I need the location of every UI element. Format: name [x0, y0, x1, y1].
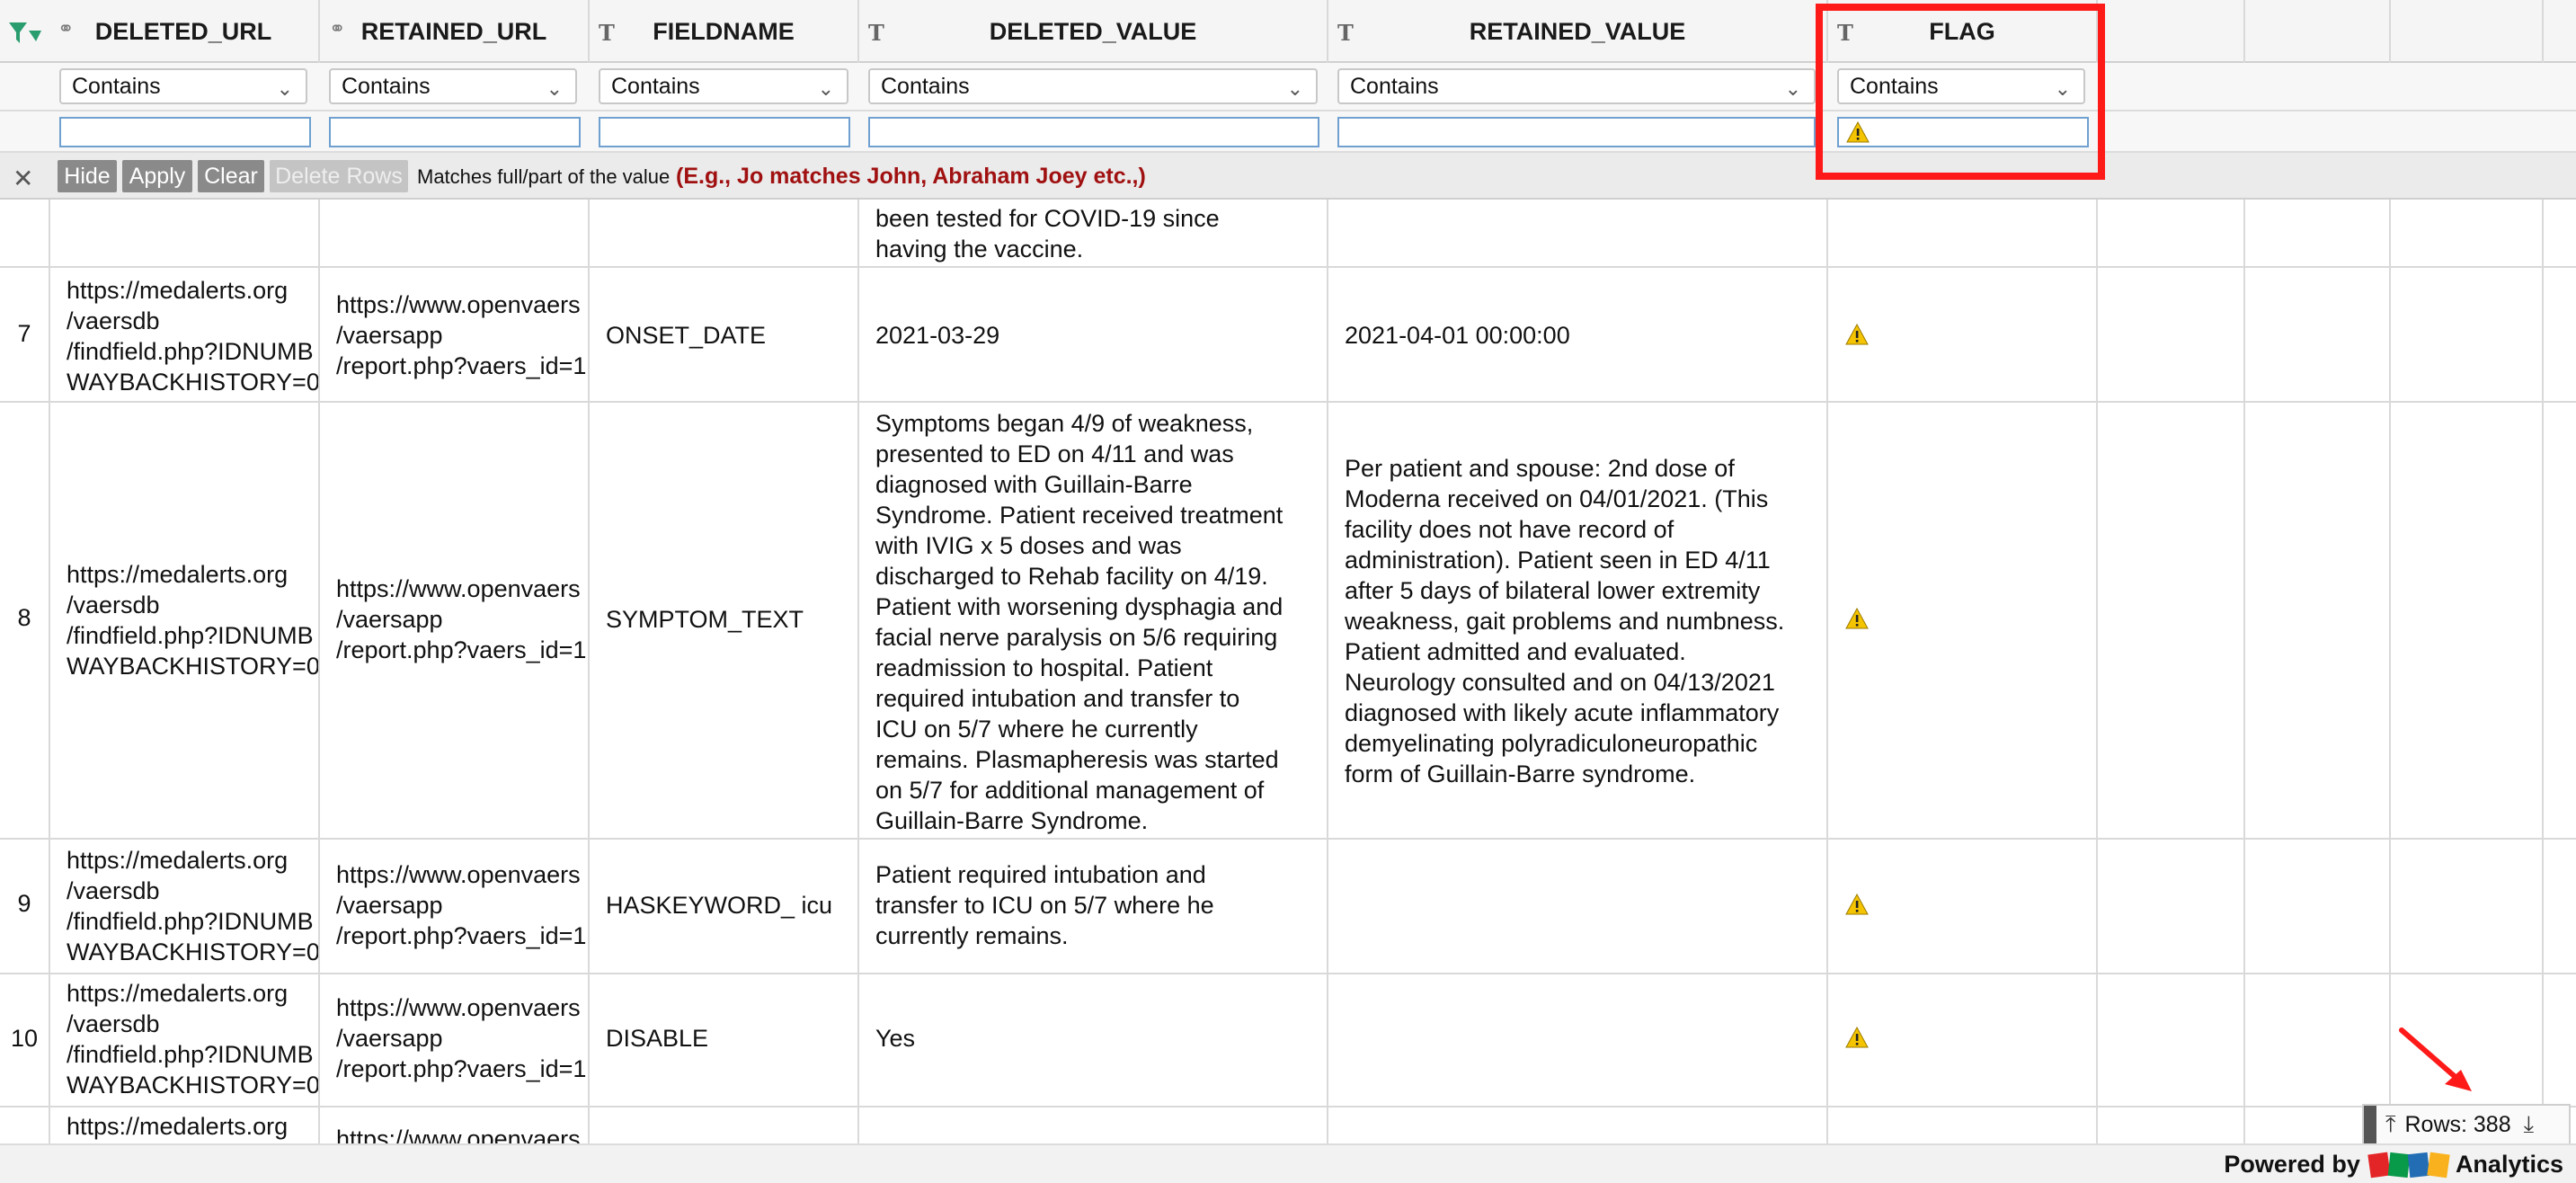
fieldname-cell[interactable]: SYMPTOM_TEXT [606, 604, 857, 635]
chevron-down-icon: ⌄ [546, 77, 563, 100]
column-header-retained-url[interactable]: ⚭ RETAINED_URL [320, 0, 590, 63]
column-header-empty [2098, 0, 2245, 63]
warning-icon [1844, 1026, 1870, 1048]
close-icon[interactable]: ✕ [13, 164, 33, 193]
fieldname-filter-input[interactable] [599, 117, 850, 147]
deleted-value-cell[interactable]: Symptoms began 4/9 of weakness, presente… [875, 408, 1325, 836]
warning-icon [1844, 893, 1870, 915]
powered-by: Powered by Analytics [2224, 1151, 2563, 1179]
text-type-icon: T [1337, 20, 1354, 46]
column-header-retained-value[interactable]: T RETAINED_VALUE [1328, 0, 1828, 63]
powered-by-label: Powered by [2224, 1151, 2360, 1178]
deleted-url-cell[interactable]: https://medalerts.org /vaersdb /findfiel… [67, 978, 318, 1100]
column-title: DELETED_VALUE [989, 17, 1197, 45]
chevron-down-icon: ⌄ [1784, 77, 1801, 100]
filter-toggle-icon[interactable] [7, 20, 43, 47]
zoho-logo [2367, 1152, 2450, 1178]
scroll-bottom-icon[interactable]: ⤓ [2524, 1110, 2535, 1139]
deleted-value-operator-select[interactable]: Contains ⌄ [868, 68, 1318, 104]
apply-button[interactable]: Apply [122, 160, 192, 192]
fieldname-cell[interactable]: HASKEYWORD_ icu [606, 890, 857, 921]
clear-button[interactable]: Clear [198, 160, 264, 192]
row-count: Rows: 388 [2404, 1111, 2511, 1137]
hide-button[interactable]: Hide [58, 160, 117, 192]
deleted-value-cell[interactable]: been tested for COVID-19 since having th… [875, 203, 1316, 264]
filter-action-row: ✕ Hide Apply Clear Delete Rows Matches f… [0, 153, 2576, 200]
select-value: Contains [881, 73, 970, 99]
row-count-panel: ⤒ Rows: 388 ⤓ [2362, 1104, 2571, 1145]
retained-value-cell[interactable]: Per patient and spouse: 2nd dose of Mode… [1345, 453, 1826, 789]
column-header-fieldname[interactable]: T FIELDNAME [590, 0, 859, 63]
column-header-empty [2391, 0, 2544, 63]
filter-value-row [0, 111, 2576, 153]
deleted-value-cell[interactable]: Patient required intubation and transfer… [875, 859, 1316, 951]
text-type-icon: T [868, 20, 884, 46]
select-value: Contains [611, 73, 700, 99]
warning-icon [1844, 323, 1870, 345]
fieldname-cell[interactable]: DISABLE [606, 1023, 857, 1054]
fieldname-cell[interactable]: ONSET_DATE [606, 320, 857, 351]
retained-value-operator-select[interactable]: Contains ⌄ [1337, 68, 1816, 104]
deleted-value-cell[interactable]: 2021-03-29 [875, 320, 1316, 351]
column-header-row: ⚭ DELETED_URL ⚭ RETAINED_URL T FIELDNAME… [0, 0, 2576, 63]
row-number: 10 [10, 1025, 39, 1052]
column-title: FIELDNAME [653, 17, 795, 45]
row-number: 7 [17, 320, 31, 347]
text-type-icon: T [599, 20, 615, 46]
deleted-url-operator-select[interactable]: Contains ⌄ [59, 68, 307, 104]
retained-url-cell[interactable]: https://www.openvaers [336, 1124, 588, 1143]
warning-icon [1844, 607, 1870, 629]
retained-value-filter-input[interactable] [1337, 117, 1816, 147]
retained-url-filter-input[interactable] [329, 117, 581, 147]
column-header-deleted-url[interactable]: ⚭ DELETED_URL [49, 0, 320, 63]
retained-url-cell[interactable]: https://www.openvaers /vaersapp /report.… [336, 289, 588, 381]
retained-url-operator-select[interactable]: Contains ⌄ [329, 68, 577, 104]
select-value: Contains [1350, 73, 1439, 99]
row-number: 8 [17, 604, 31, 631]
footer-bar: Powered by Analytics [0, 1143, 2576, 1183]
column-title: RETAINED_VALUE [1469, 17, 1686, 45]
filter-example: (E.g., Jo matches John, Abraham Joey etc… [676, 164, 1146, 189]
product-name: Analytics [2455, 1151, 2563, 1178]
delete-rows-button[interactable]: Delete Rows [270, 160, 408, 192]
flag-column-highlight [1816, 4, 2105, 180]
deleted-value-filter-input[interactable] [868, 117, 1319, 147]
column-header-empty [2245, 0, 2391, 63]
chevron-down-icon: ⌄ [817, 77, 834, 100]
chevron-down-icon: ⌄ [1286, 77, 1303, 100]
panel-collapse-handle[interactable] [2364, 1106, 2376, 1143]
link-icon: ⚭ [329, 18, 346, 40]
select-value: Contains [72, 73, 161, 99]
scroll-top-icon[interactable]: ⤒ [2385, 1110, 2396, 1139]
fieldname-operator-select[interactable]: Contains ⌄ [599, 68, 848, 104]
deleted-url-cell[interactable]: https://medalerts.org [67, 1111, 318, 1142]
column-title: RETAINED_URL [360, 17, 547, 45]
retained-value-cell[interactable]: 2021-04-01 00:00:00 [1345, 320, 1821, 351]
deleted-url-filter-input[interactable] [59, 117, 311, 147]
select-value: Contains [342, 73, 431, 99]
link-icon: ⚭ [58, 18, 75, 40]
row-number: 9 [17, 890, 31, 917]
chevron-down-icon: ⌄ [276, 77, 293, 100]
retained-url-cell[interactable]: https://www.openvaers /vaersapp /report.… [336, 859, 588, 951]
filter-operator-row: Contains ⌄ Contains ⌄ Contains ⌄ Contain… [0, 63, 2576, 111]
deleted-value-cell[interactable]: Yes [875, 1023, 1316, 1054]
deleted-url-cell[interactable]: https://medalerts.org /vaersdb /findfiel… [67, 845, 318, 967]
deleted-url-cell[interactable]: https://medalerts.org /vaersdb /findfiel… [67, 275, 318, 397]
retained-url-cell[interactable]: https://www.openvaers /vaersapp /report.… [336, 992, 588, 1084]
retained-url-cell[interactable]: https://www.openvaers /vaersapp /report.… [336, 574, 588, 665]
data-table-body: been tested for COVID-19 since having th… [0, 200, 2576, 1143]
column-header-deleted-value[interactable]: T DELETED_VALUE [859, 0, 1328, 63]
filter-hint: Matches full/part of the value [417, 165, 671, 188]
column-title: DELETED_URL [94, 17, 272, 45]
red-arrow-annotation [2398, 1025, 2479, 1097]
deleted-url-cell[interactable]: https://medalerts.org /vaersdb /findfiel… [67, 559, 318, 681]
